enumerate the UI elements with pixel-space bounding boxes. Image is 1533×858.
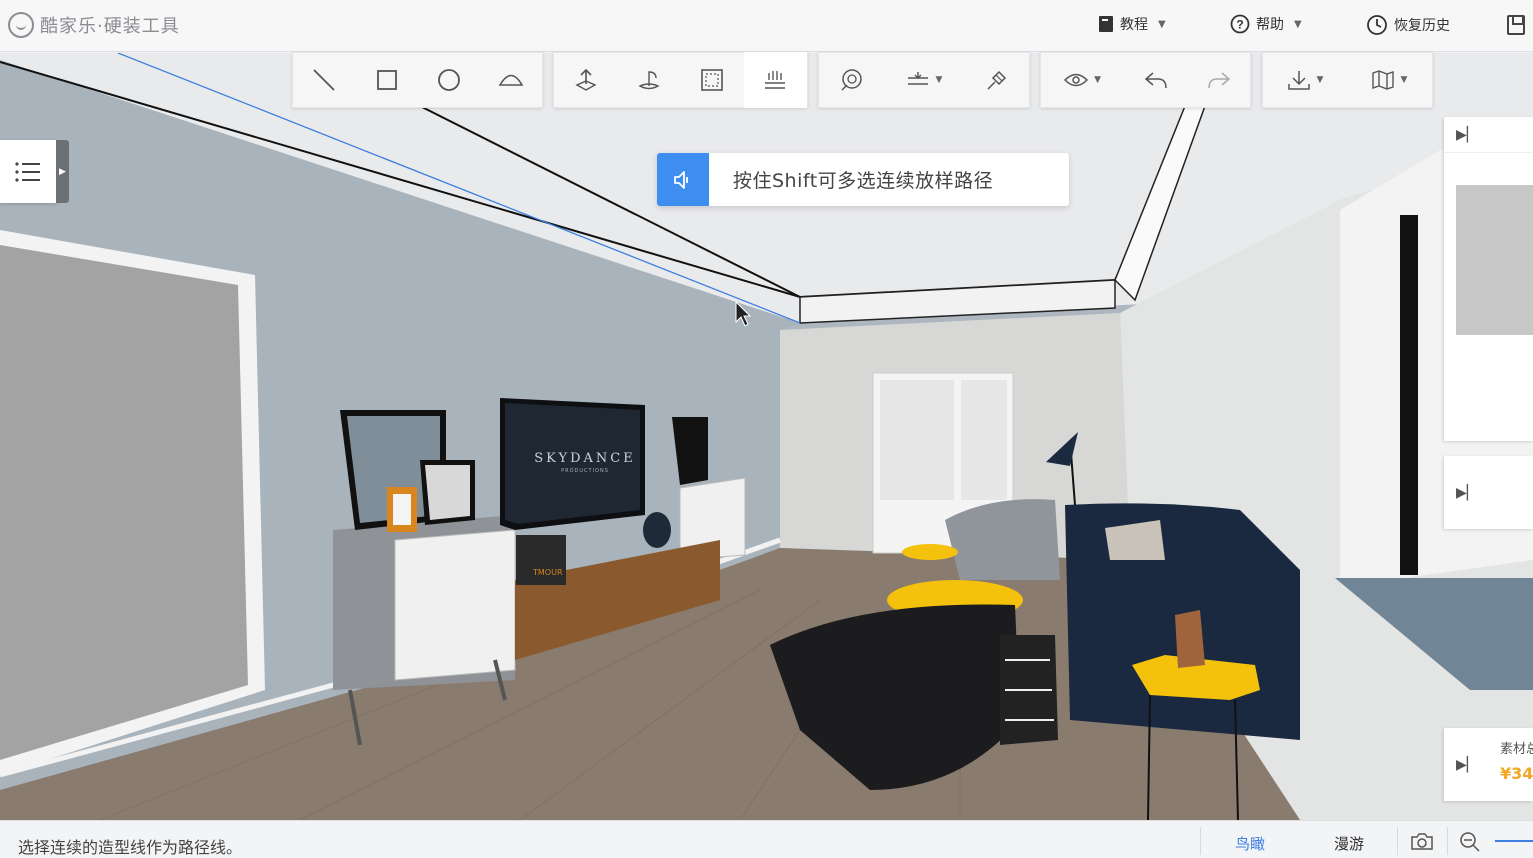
map-dropdown-button[interactable]: ▼ bbox=[1347, 52, 1431, 108]
restore-history-button[interactable]: 恢复历史 bbox=[1366, 14, 1450, 36]
material-brush-button[interactable] bbox=[965, 52, 1029, 108]
hint-text: 按住Shift可多选连续放样路径 bbox=[733, 170, 994, 192]
align-dropdown-button[interactable]: ▼ bbox=[883, 52, 965, 108]
divider bbox=[1200, 827, 1201, 855]
history-label: 恢复历史 bbox=[1394, 18, 1450, 34]
app-logo[interactable]: 酷家乐·硬装工具 bbox=[8, 12, 180, 38]
speaker-icon bbox=[657, 153, 709, 206]
material-thumbnail[interactable] bbox=[1456, 185, 1533, 335]
collapse-icon: ▶▏ bbox=[1456, 126, 1478, 143]
chevron-down-icon: ▼ bbox=[1294, 18, 1302, 30]
status-message: 选择连续的造型线作为路径线。 bbox=[18, 838, 243, 857]
visibility-dropdown-button[interactable]: ▼ bbox=[1041, 52, 1124, 108]
app-brand: 酷家乐·硬装工具 bbox=[40, 16, 180, 37]
line-tool-icon bbox=[313, 69, 335, 91]
frame-select-icon bbox=[701, 69, 724, 91]
clock-icon bbox=[1367, 15, 1387, 35]
magazine-text: TMOUR bbox=[532, 568, 563, 577]
zoom-out-icon[interactable] bbox=[1459, 831, 1481, 853]
arc-tool-button[interactable] bbox=[481, 52, 543, 108]
divider bbox=[1397, 827, 1398, 855]
help-menu[interactable]: ? 帮助 ▼ bbox=[1230, 14, 1302, 34]
right-panel-secondary: ▶▏ bbox=[1444, 456, 1533, 529]
eye-icon bbox=[1064, 73, 1089, 87]
circle-tool-button[interactable] bbox=[418, 52, 481, 108]
push-pull-button[interactable] bbox=[554, 52, 618, 108]
chevron-down-icon: ▼ bbox=[1158, 18, 1166, 30]
rotate-extrude-button[interactable] bbox=[618, 52, 682, 108]
toolbar-io-group: ▼ ▼ bbox=[1262, 52, 1433, 108]
kujiale-logo-icon bbox=[8, 12, 34, 38]
rotate-extrude-icon bbox=[638, 71, 660, 90]
tutorial-label: 教程 bbox=[1120, 17, 1148, 33]
align-icon bbox=[907, 72, 928, 85]
rectangle-tool-button[interactable] bbox=[356, 52, 419, 108]
zoom-slider[interactable] bbox=[1495, 840, 1533, 842]
collapse-panel-button[interactable]: ▶▏ bbox=[1444, 117, 1533, 153]
arc-tool-icon bbox=[498, 74, 524, 86]
offset-button[interactable] bbox=[819, 52, 883, 108]
download-dropdown-button[interactable]: ▼ bbox=[1263, 52, 1347, 108]
download-icon bbox=[1287, 71, 1310, 90]
help-label: 帮助 bbox=[1256, 17, 1284, 33]
view-mode-bird-eye[interactable]: 鸟瞰 bbox=[1235, 833, 1265, 854]
redo-button[interactable] bbox=[1188, 52, 1250, 108]
line-tool-button[interactable] bbox=[293, 52, 356, 108]
chevron-down-icon: ▼ bbox=[1316, 75, 1324, 85]
chevron-down-icon: ▼ bbox=[1094, 75, 1102, 85]
map-icon bbox=[1371, 70, 1394, 90]
tutorial-menu[interactable]: 教程 ▼ bbox=[1098, 14, 1166, 34]
tv-sub-text: PRODUCTIONS bbox=[561, 468, 609, 474]
chevron-down-icon: ▼ bbox=[935, 75, 943, 85]
toolbar-ops-group: ▼ bbox=[818, 52, 1030, 108]
chevron-right-icon: ▶ bbox=[59, 166, 66, 177]
top-bar: 酷家乐·硬装工具 教程 ▼ ? 帮助 ▼ 恢复历史 bbox=[0, 0, 1533, 52]
push-pull-icon bbox=[575, 68, 597, 91]
loft-path-button[interactable] bbox=[743, 52, 807, 108]
status-bar: 选择连续的造型线作为路径线。 鸟瞰 漫游 bbox=[0, 820, 1533, 858]
material-brush-icon bbox=[987, 70, 1007, 90]
price-panel: ▶▏ 素材总价 ¥34 bbox=[1444, 728, 1533, 801]
tv-brand-text: SKYDANCE bbox=[534, 451, 635, 466]
circle-tool-icon bbox=[438, 69, 461, 91]
expand-panel-tab[interactable]: ▶ bbox=[56, 140, 69, 203]
list-icon bbox=[15, 161, 40, 182]
right-panel-preview: ▶▏ bbox=[1444, 117, 1533, 441]
collapse-panel-button[interactable]: ▶▏ bbox=[1456, 482, 1478, 501]
hint-toast: 按住Shift可多选连续放样路径 bbox=[657, 153, 1069, 206]
undo-icon bbox=[1144, 72, 1167, 89]
collapse-icon: ▶▏ bbox=[1456, 485, 1478, 501]
redo-icon bbox=[1208, 72, 1230, 89]
rectangle-tool-icon bbox=[376, 70, 397, 90]
catalog-toggle-button[interactable] bbox=[0, 140, 56, 203]
book-icon bbox=[1099, 16, 1113, 32]
offset-icon bbox=[841, 69, 862, 91]
divider bbox=[1447, 827, 1448, 855]
camera-icon[interactable] bbox=[1410, 831, 1434, 851]
undo-button[interactable] bbox=[1124, 52, 1187, 108]
svg-text:?: ? bbox=[1236, 18, 1243, 32]
price-value: ¥34 bbox=[1500, 764, 1533, 783]
toolbar-draw-group bbox=[292, 52, 543, 108]
loft-path-icon bbox=[765, 71, 786, 89]
view-mode-walk[interactable]: 漫游 bbox=[1334, 833, 1364, 854]
price-label: 素材总价 bbox=[1500, 742, 1533, 757]
frame-select-button[interactable] bbox=[681, 52, 744, 108]
save-icon[interactable] bbox=[1507, 15, 1525, 35]
chevron-down-icon: ▼ bbox=[1400, 75, 1408, 85]
toolbar-edit-group bbox=[553, 52, 808, 108]
toolbar-view-group: ▼ bbox=[1040, 52, 1251, 108]
help-circle-icon: ? bbox=[1230, 14, 1250, 34]
